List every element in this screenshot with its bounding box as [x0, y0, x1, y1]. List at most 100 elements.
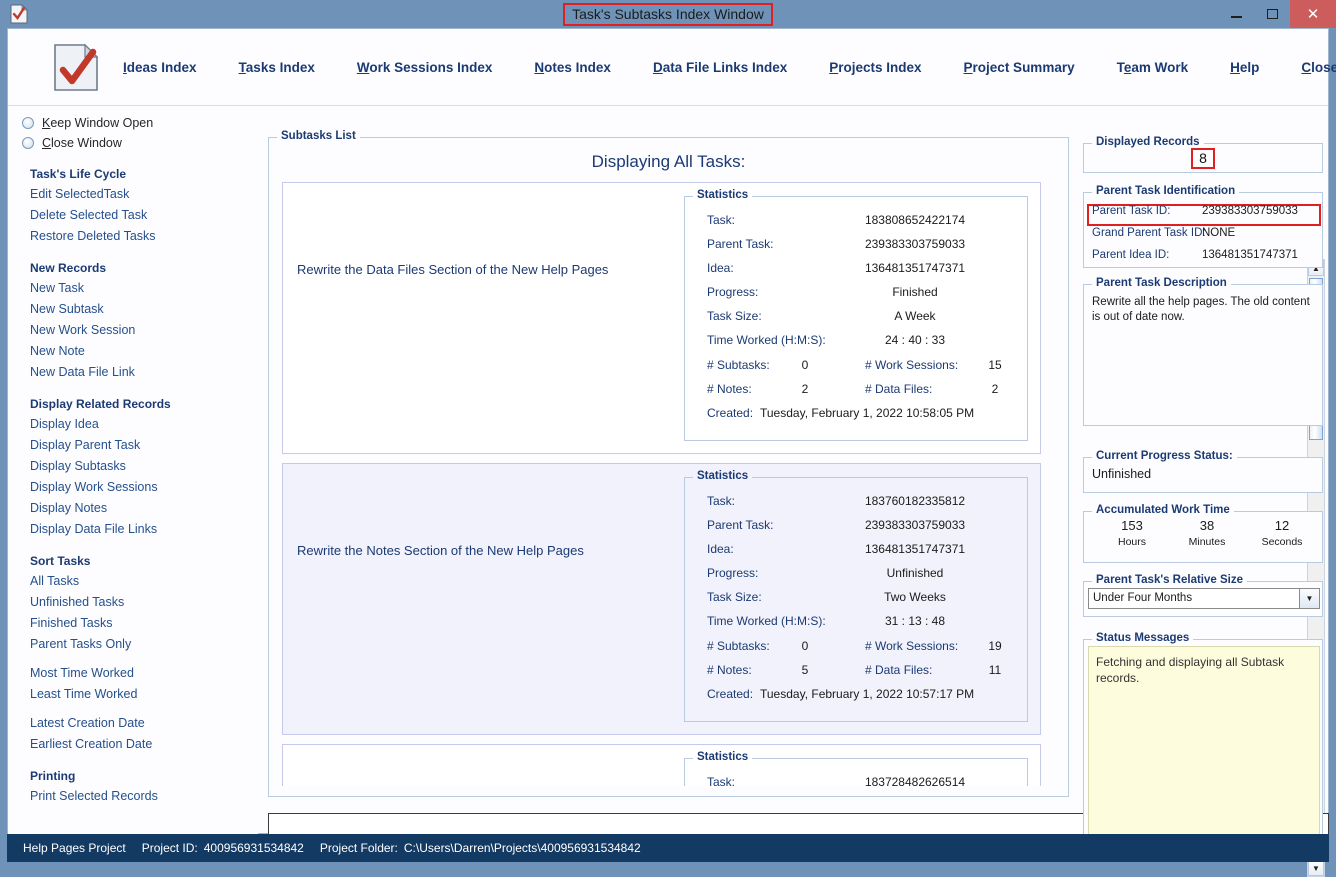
sidebar-item-new-task[interactable]: New Task — [30, 278, 258, 299]
record-statistics-legend: Statistics — [693, 470, 753, 482]
stat-value: 0 — [801, 639, 809, 653]
record-card[interactable]: Rewrite the Data Files Section of the Ne… — [282, 182, 1041, 454]
parent-task-identification-box: Parent Task Identification Parent Task I… — [1083, 185, 1323, 268]
displayed-records-value-wrap: 8 — [1084, 144, 1322, 172]
stat-value: 11 — [988, 663, 1002, 677]
stat-row: Task Size: A Week — [685, 309, 1027, 333]
record-statistics-legend: Statistics — [693, 751, 753, 763]
stat-label: Task: — [707, 494, 736, 508]
menu-item-tasks-index[interactable]: Tasks Index — [239, 60, 315, 75]
current-progress-status-value: Unfinished — [1092, 467, 1152, 481]
menu-item-project-summary[interactable]: Project Summary — [964, 60, 1075, 75]
stat-label: Parent Task: — [707, 237, 774, 251]
sidebar-item-new-subtask[interactable]: New Subtask — [30, 299, 258, 320]
sidebar-item-least-time-worked[interactable]: Least Time Worked — [30, 684, 258, 705]
stat-row: Idea: 136481351747371 — [685, 261, 1027, 285]
stat-label: Idea: — [707, 542, 734, 556]
sidebar-item-earliest-creation-date[interactable]: Earliest Creation Date — [30, 734, 258, 755]
radio-keep-window-open[interactable]: Keep Window Open — [22, 113, 258, 133]
sidebar-item-finished-tasks[interactable]: Finished Tasks — [30, 613, 258, 634]
record-card[interactable]: Rewrite the Notes Section of the New Hel… — [282, 463, 1041, 735]
current-progress-status-legend: Current Progress Status: — [1092, 450, 1237, 462]
menu-item-notes-index[interactable]: Notes Index — [534, 60, 611, 75]
work-time-value: 12 — [1274, 518, 1290, 533]
title-bar: Task's Subtasks Index Window ✕ — [0, 0, 1336, 28]
sidebar-item-delete-selected-task[interactable]: Delete Selected Task — [30, 205, 258, 226]
stat-value: Unfinished — [886, 566, 944, 580]
sidebar-item-all-tasks[interactable]: All Tasks — [30, 571, 258, 592]
accumulated-work-time-legend: Accumulated Work Time — [1092, 504, 1234, 516]
sidebar-item-unfinished-tasks[interactable]: Unfinished Tasks — [30, 592, 258, 613]
menu-item-ideas-index[interactable]: Ideas Index — [123, 60, 197, 75]
stat-value: 0 — [801, 358, 809, 372]
sidebar-item-new-data-file-link[interactable]: New Data File Link — [30, 362, 258, 383]
sidebar-item-display-data-file-links[interactable]: Display Data File Links — [30, 519, 258, 540]
parent-task-id-label: Parent Idea ID: — [1092, 249, 1170, 261]
radio-button-icon[interactable] — [22, 117, 34, 129]
client-area: Ideas Index Tasks Index Work Sessions Inde… — [7, 28, 1336, 877]
sidebar-item-new-work-session[interactable]: New Work Session — [30, 320, 258, 341]
menu-item-close-program[interactable]: Close Program — [1301, 60, 1336, 75]
minimize-button[interactable] — [1218, 0, 1254, 28]
sidebar-item-display-parent-task[interactable]: Display Parent Task — [30, 435, 258, 456]
stat-value: 183760182335812 — [864, 494, 966, 508]
menu-item-work-sessions-index[interactable]: Work Sessions Index — [357, 60, 493, 75]
sidebar-item-most-time-worked[interactable]: Most Time Worked — [30, 663, 258, 684]
records-viewport[interactable]: Rewrite the Data Files Section of the Ne… — [282, 182, 1058, 786]
sidebar-groups: Task's Life Cycle Edit SelectedTask Delete… — [8, 167, 258, 807]
stat-value: A Week — [894, 309, 936, 323]
parent-task-relative-size-legend: Parent Task's Relative Size — [1092, 574, 1247, 586]
close-button[interactable]: ✕ — [1290, 0, 1336, 28]
sidebar-item-new-note[interactable]: New Note — [30, 341, 258, 362]
stat-row: Progress: Finished — [685, 285, 1027, 309]
chevron-down-icon[interactable]: ▼ — [1299, 589, 1319, 608]
menu-item-list: Ideas Index Tasks Index Work Sessions Inde… — [123, 29, 1336, 106]
displaying-title: Displaying All Tasks: — [591, 152, 746, 171]
stat-row: Time Worked (H:M:S): 24 : 40 : 33 — [685, 333, 1027, 357]
stat-row: # Subtasks: 0 # Work Sessions: 19 — [685, 639, 1027, 663]
stat-label: # Notes: — [707, 663, 752, 677]
sidebar-item-restore-deleted-tasks[interactable]: Restore Deleted Tasks — [30, 226, 258, 247]
parent-task-id-value: 239383303759033 — [1202, 205, 1298, 217]
sidebar-item-edit-selectedtask[interactable]: Edit SelectedTask — [30, 184, 258, 205]
stat-row: Task: 183808652422174 — [685, 213, 1027, 237]
relative-size-select[interactable]: Under Four Months ▼ — [1088, 588, 1320, 609]
stat-label: Task Size: — [707, 590, 762, 604]
sidebar-item-parent-tasks-only[interactable]: Parent Tasks Only — [30, 634, 258, 655]
stat-row: Parent Task: 239383303759033 — [685, 518, 1027, 542]
status-bar: Help Pages Project Project ID: 400956931… — [7, 834, 1329, 862]
stat-value: 31 : 13 : 48 — [884, 614, 946, 628]
sidebar-item-display-work-sessions[interactable]: Display Work Sessions — [30, 477, 258, 498]
parent-task-description-legend: Parent Task Description — [1092, 277, 1231, 289]
record-card[interactable]: Rewrite the Work Sessions section of the… — [282, 744, 1041, 786]
record-statistics-legend: Statistics — [693, 189, 753, 201]
sidebar-item-print-selected-records[interactable]: Print Selected Records — [30, 786, 258, 807]
menu-item-data-file-links-index[interactable]: Data File Links Index — [653, 60, 787, 75]
radio-close-window[interactable]: Close Window — [22, 133, 258, 153]
stat-label: Progress: — [707, 285, 759, 299]
parent-task-description-box: Parent Task Description Rewrite all the … — [1083, 277, 1323, 426]
sidebar-item-latest-creation-date[interactable]: Latest Creation Date — [30, 713, 258, 734]
sidebar-item-display-idea[interactable]: Display Idea — [30, 414, 258, 435]
parent-task-id-value: NONE — [1202, 227, 1236, 239]
maximize-button[interactable] — [1254, 0, 1290, 28]
stat-label: # Subtasks: — [707, 639, 770, 653]
sidebar-item-display-subtasks[interactable]: Display Subtasks — [30, 456, 258, 477]
stat-label: # Data Files: — [865, 663, 933, 677]
menu-item-team-work[interactable]: Team Work — [1117, 60, 1189, 75]
stat-value: 239383303759033 — [864, 237, 966, 251]
stat-label: Created: — [707, 406, 754, 420]
sidebar: Keep Window Open Close Window Task's Life… — [8, 107, 258, 834]
menu-item-projects-index[interactable]: Projects Index — [829, 60, 921, 75]
parent-task-identification-legend: Parent Task Identification — [1092, 185, 1240, 197]
parent-task-id-row: Parent Task ID: 239383303759033 — [1084, 205, 1322, 227]
stat-value: 239383303759033 — [864, 518, 966, 532]
menu-item-help[interactable]: Help — [1230, 60, 1259, 75]
scroll-down-arrow-icon[interactable]: ▼ — [1308, 860, 1324, 876]
stat-label: Created: — [707, 687, 754, 701]
sidebar-item-display-notes[interactable]: Display Notes — [30, 498, 258, 519]
record-statistics-box: Statistics Task: 183808652422174 Parent Tas… — [684, 189, 1028, 441]
statusbar-project-id: 400956931534842 — [203, 841, 304, 855]
radio-button-icon[interactable] — [22, 137, 34, 149]
stat-row: Parent Task: 239383303759033 — [685, 237, 1027, 261]
